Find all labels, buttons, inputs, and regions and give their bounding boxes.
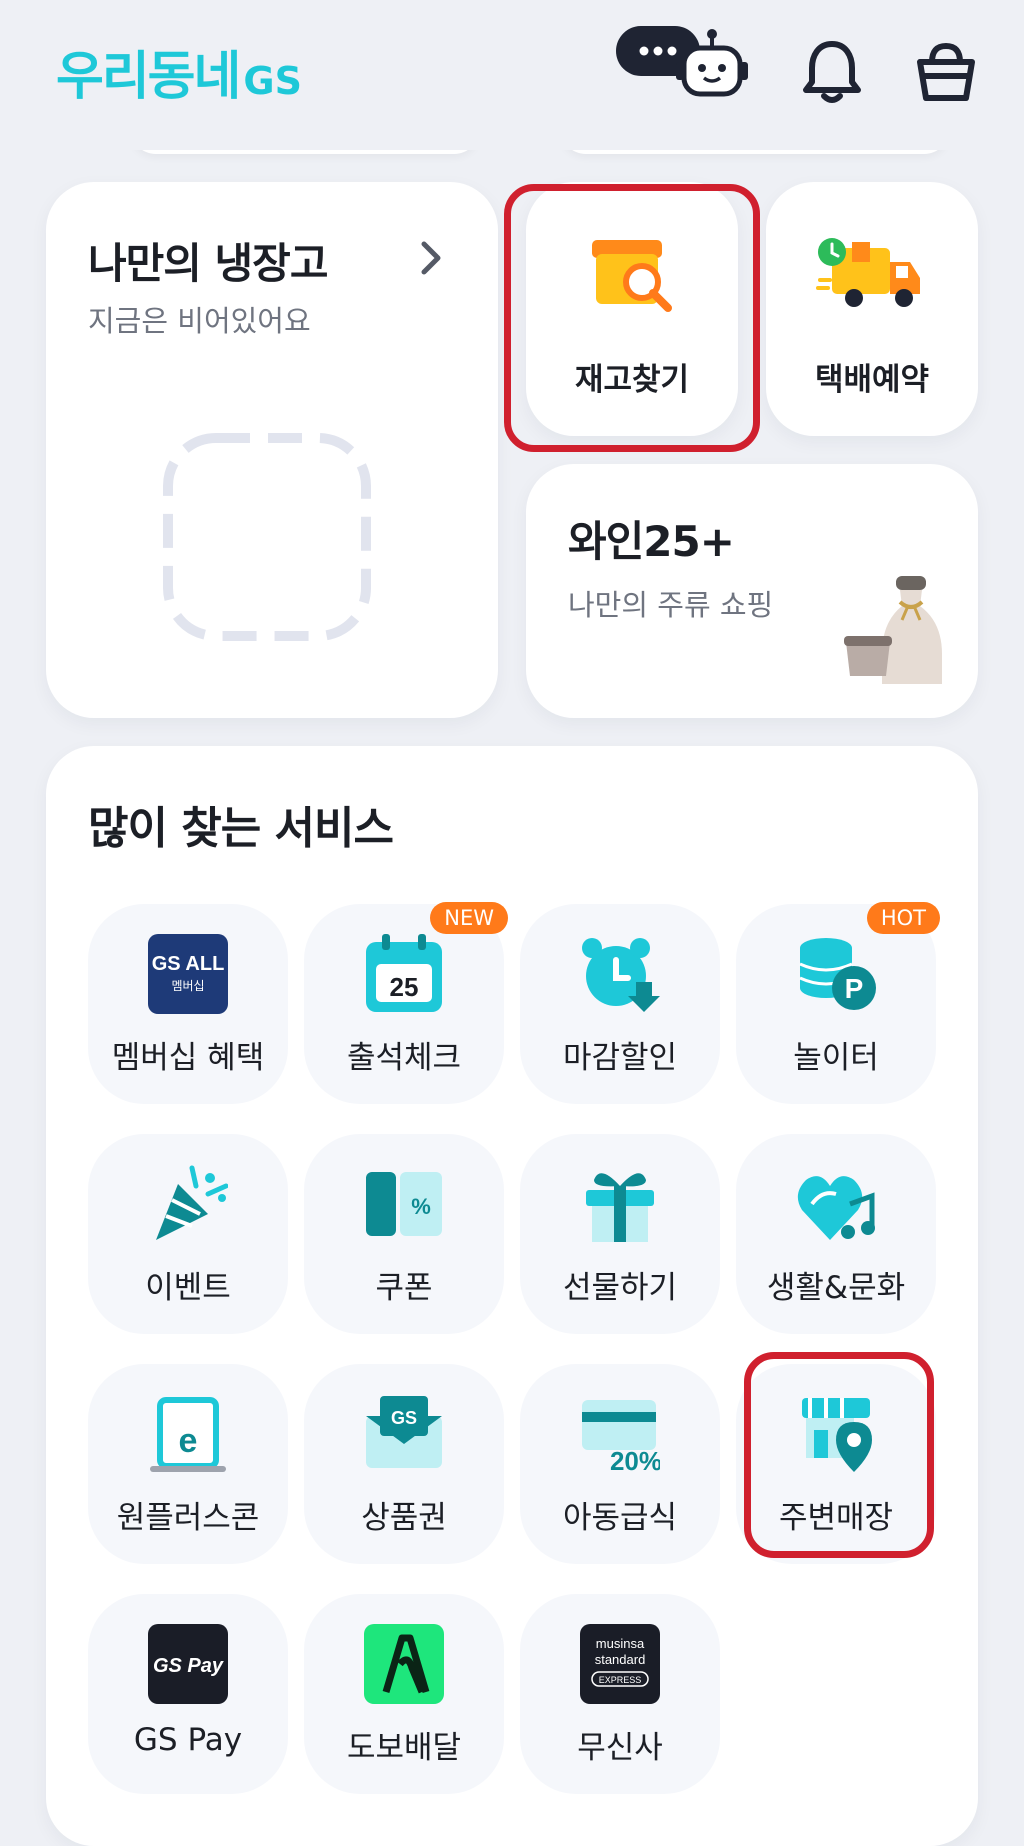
logo-suffix: GS (243, 59, 302, 103)
service-label: 상품권 (361, 1500, 447, 1536)
service-calendar[interactable]: 25 출석체크 NEW (304, 902, 508, 1104)
cart-button[interactable] (914, 38, 978, 104)
badge-hot: HOT (866, 902, 940, 934)
coupon-icon: % (364, 1164, 444, 1244)
chatbot-icon (616, 26, 748, 97)
basket-icon (917, 42, 975, 101)
liquor-bottle-icon (844, 572, 954, 696)
service-label: 무신사 (577, 1730, 663, 1766)
app-header: 우리동네 GS (0, 0, 1024, 150)
walking-delivery-icon (364, 1624, 444, 1704)
wine25-card[interactable]: 와인25+ 나만의 주류 쇼핑 (526, 464, 978, 718)
svg-text:%: % (411, 1194, 431, 1219)
svg-text:GS: GS (391, 1408, 417, 1428)
store-location-icon (796, 1394, 876, 1474)
stock-search-label: 재고찾기 (574, 362, 690, 398)
parcel-reservation-tile[interactable]: 택배예약 (766, 182, 978, 436)
svg-text:멤버십: 멤버십 (171, 979, 204, 993)
service-label: 도보배달 (346, 1730, 462, 1766)
service-coupon[interactable]: % 쿠폰 (304, 1134, 504, 1334)
service-membership[interactable]: GS ALL 멤버십멤버십 혜택 (88, 904, 288, 1104)
fridge-subtitle: 지금은 비어있어요 (88, 304, 311, 338)
wine-title: 와인25+ (568, 517, 735, 566)
gift-icon (580, 1164, 660, 1244)
service-label: 멤버십 혜택 (111, 1040, 265, 1076)
delivery-truck-icon (816, 234, 926, 322)
bell-icon (803, 41, 861, 103)
alarm-clock-icon (580, 934, 660, 1014)
calendar-icon: 25 (364, 934, 444, 1014)
chevron-right-icon[interactable] (418, 238, 446, 282)
gift-card-icon: GS (364, 1394, 444, 1474)
service-store-location[interactable]: 주변매장 (736, 1364, 936, 1564)
service-heart-music[interactable]: 생활&문화 (736, 1134, 936, 1334)
services-title: 많이 찾는 서비스 (88, 803, 394, 854)
my-fridge-card[interactable]: 나만의 냉장고 지금은 비어있어요 (46, 182, 498, 718)
svg-text:P: P (845, 973, 864, 1004)
svg-text:25: 25 (390, 972, 419, 1002)
service-label: 아동급식 (562, 1500, 678, 1536)
badge-new: NEW (430, 902, 508, 934)
service-label: 이벤트 (145, 1270, 231, 1306)
svg-text:EXPRESS: EXPRESS (599, 1675, 642, 1685)
stock-search-tile[interactable]: 재고찾기 (526, 182, 738, 436)
svg-text:20%: 20% (610, 1446, 660, 1474)
app-logo[interactable]: 우리동네 GS (56, 34, 302, 109)
gs-pay-icon: GS Pay (148, 1624, 228, 1704)
logo-text: 우리동네 (56, 47, 241, 107)
e-coupon-icon: e (148, 1394, 228, 1474)
service-e-coupon[interactable]: e 원플러스콘 (88, 1364, 288, 1564)
service-alarm-clock[interactable]: 마감할인 (520, 904, 720, 1104)
points-icon: P (796, 934, 876, 1014)
chatbot-button[interactable] (612, 22, 752, 102)
service-label: 놀이터 (793, 1040, 879, 1076)
service-label: 출석체크 (346, 1040, 462, 1076)
empty-fridge-placeholder-icon (162, 432, 372, 646)
service-gs-pay[interactable]: GS Pay GS Pay (88, 1594, 288, 1794)
service-musinsa[interactable]: musinsa standard EXPRESS 무신사 (520, 1594, 720, 1794)
service-points[interactable]: P 놀이터 HOT (736, 902, 940, 1104)
svg-text:standard: standard (595, 1652, 646, 1667)
svg-text:e: e (179, 1422, 198, 1460)
service-gift-card[interactable]: GS 상품권 (304, 1364, 504, 1564)
fridge-title: 나만의 냉장고 (88, 239, 328, 288)
heart-music-icon (796, 1164, 876, 1244)
service-label: 선물하기 (562, 1270, 678, 1306)
service-label: 마감할인 (562, 1040, 678, 1076)
service-gift[interactable]: 선물하기 (520, 1134, 720, 1334)
service-party-popper[interactable]: 이벤트 (88, 1134, 288, 1334)
notification-button[interactable] (800, 38, 864, 104)
svg-text:musinsa: musinsa (596, 1636, 645, 1651)
meal-card-icon: 20% (580, 1394, 662, 1476)
musinsa-icon: musinsa standard EXPRESS (580, 1624, 660, 1704)
service-label: 쿠폰 (375, 1270, 433, 1306)
svg-text:GS Pay: GS Pay (153, 1655, 224, 1677)
wine-subtitle: 나만의 주류 쇼핑 (568, 588, 774, 622)
service-label: 생활&문화 (766, 1270, 906, 1306)
party-popper-icon (148, 1164, 229, 1244)
membership-icon: GS ALL 멤버십 (148, 934, 228, 1014)
service-walking-delivery[interactable]: 도보배달 (304, 1594, 504, 1794)
svg-text:GS ALL: GS ALL (152, 953, 225, 975)
service-meal-card[interactable]: 20% 아동급식 (520, 1364, 720, 1564)
parcel-reservation-label: 택배예약 (814, 362, 930, 398)
service-label: 원플러스콘 (116, 1500, 260, 1536)
stock-search-icon (586, 236, 676, 320)
service-label: 주변매장 (778, 1500, 894, 1536)
service-label: GS Pay (133, 1722, 243, 1758)
